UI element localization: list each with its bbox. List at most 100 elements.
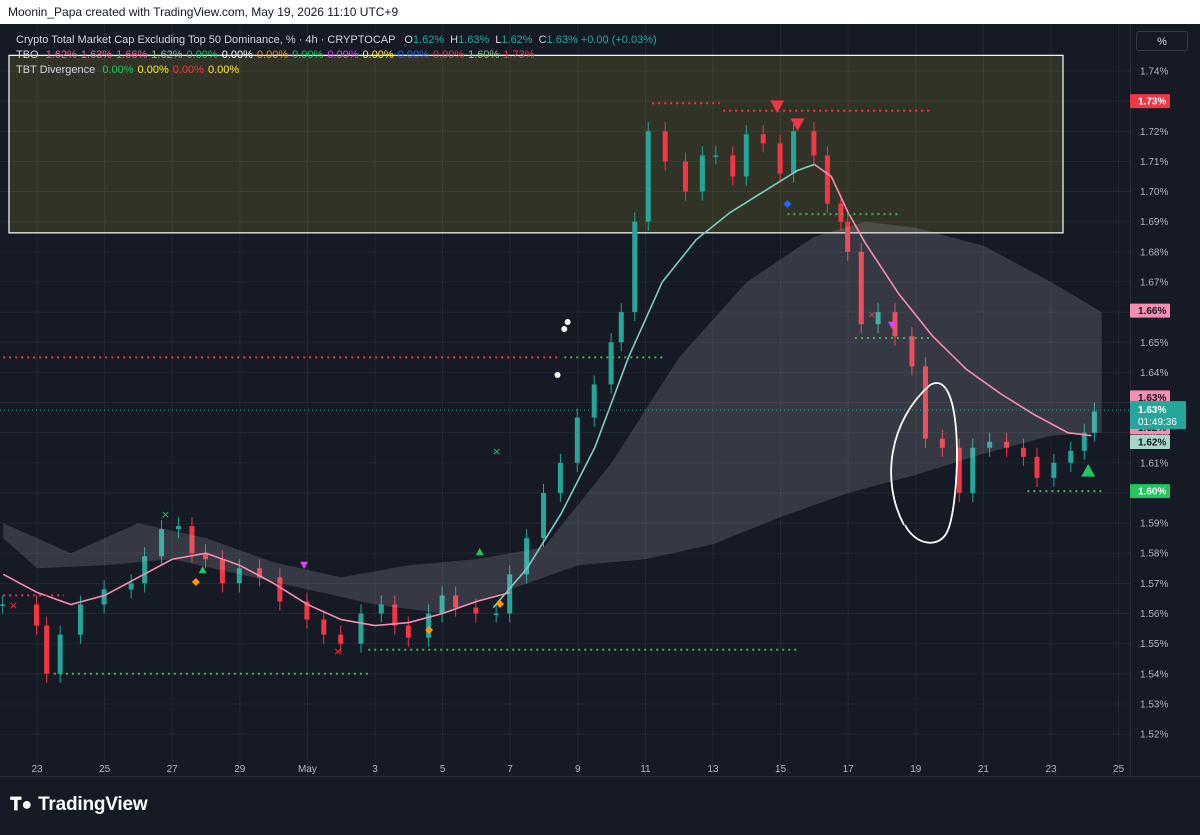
legend-divergence-row: TBT Divergence 0.00% 0.00% 0.00% 0.00% [16, 63, 657, 78]
candle-body [824, 155, 830, 204]
tbo-value: 1.62% [151, 49, 183, 61]
buy-signal-triangle [475, 548, 484, 556]
legend-symbol-row: Crypto Total Market Cap Excluding Top 50… [16, 33, 657, 48]
price-tick-label: 1.54% [1140, 669, 1168, 680]
candle-body [44, 625, 50, 674]
price-tick-label: 1.72% [1140, 127, 1168, 138]
divergence-value: 0.00% [207, 64, 240, 76]
time-tick-label: 15 [775, 764, 787, 775]
time-tick-label: 17 [843, 764, 855, 775]
candle-body [713, 155, 719, 157]
divergence-value: 0.00% [102, 64, 134, 76]
divergence-value: 0.00% [172, 64, 204, 76]
time-tick-label: 23 [31, 764, 43, 775]
price-tick-label: 1.53% [1140, 699, 1168, 710]
symbol-title[interactable]: Crypto Total Market Cap Excluding Top 50… [16, 34, 395, 46]
time-tick-label: 9 [575, 764, 581, 775]
candle-body [699, 155, 705, 192]
candle-body [838, 203, 844, 222]
candle-body [338, 634, 344, 644]
price-tick-label: 1.74% [1140, 67, 1168, 78]
candle-body [682, 161, 688, 192]
candle-body [645, 131, 651, 222]
cross-marker: × [161, 508, 170, 521]
price-tick-label: 1.59% [1140, 519, 1168, 530]
time-tick-label: 11 [640, 764, 651, 775]
change-value: +0.00 (+0.03%) [580, 34, 657, 46]
cross-marker: × [333, 645, 342, 658]
tradingview-logo-icon: 𝐓● [10, 794, 33, 814]
legend: Crypto Total Market Cap Excluding Top 50… [16, 33, 657, 78]
cross-marker: × [492, 445, 501, 458]
buy-signal-triangle [1081, 464, 1096, 477]
tradingview-logo[interactable]: 𝐓● TradingView [10, 794, 148, 816]
candle-body [392, 604, 398, 626]
tbo-value: 0.00% [432, 49, 465, 61]
candle-body [77, 604, 83, 635]
exit-dot [564, 319, 571, 325]
price-tick-label: 1.58% [1140, 549, 1168, 560]
candle-body [128, 583, 134, 590]
chart-canvas[interactable]: × × × × × 1.74% 1.73% 1.72% 1.71% 1.70% 1.69% 1.68%… [0, 0, 1200, 835]
price-tick-label: 1.71% [1140, 157, 1168, 168]
candle-body [1068, 450, 1074, 463]
candle-body [541, 492, 546, 539]
tbo-value: 0.00% [327, 49, 359, 61]
tbo-cloud [3, 221, 1102, 614]
divergence-values: 0.00% 0.00% 0.00% 0.00% [98, 64, 239, 76]
tbo-values: 1.62% 1.63% 1.66% 1.62% 0.00% 0.00% 0.00% 0.00%… [42, 49, 535, 61]
resistance-zone-box [8, 54, 1064, 234]
candle-body [811, 131, 817, 156]
candle-body [791, 131, 797, 174]
candle-body [358, 613, 364, 644]
divergence-marker [300, 561, 309, 569]
tbo-value: 0.00% [397, 49, 429, 61]
tbo-value: 1.63% [80, 49, 113, 61]
tbo-indicator-name[interactable]: TBO [16, 49, 39, 61]
candle-body [743, 134, 749, 177]
candle-body [175, 526, 181, 530]
time-tick-label: 19 [910, 764, 922, 775]
time-tick-label: 7 [507, 764, 513, 775]
candle-body [557, 462, 563, 493]
tbo-value: 1.66% [116, 49, 148, 61]
time-tick-label: 5 [440, 764, 446, 775]
ohlc-key: O [404, 34, 413, 46]
time-tick-label: 29 [234, 764, 246, 775]
candle-body [618, 312, 624, 343]
price-tick-label: 1.57% [1140, 579, 1168, 590]
divergence-value: 0.00% [137, 64, 169, 76]
candle-body [405, 625, 411, 638]
price-tick-label: 1.68% [1140, 247, 1168, 258]
divergence-indicator-name[interactable]: TBT Divergence [16, 64, 95, 76]
exit-dot [554, 372, 561, 378]
candle-body [473, 607, 479, 614]
cross-marker: × [9, 599, 18, 612]
tbo-value: 0.00% [256, 49, 289, 61]
price-tick-label: 1.52% [1140, 730, 1168, 741]
candle-body [574, 417, 580, 463]
candle-body [777, 143, 783, 174]
price-tick-label: 1.65% [1140, 338, 1168, 349]
tbo-value: 0.00% [292, 49, 324, 61]
candle-body [0, 604, 6, 606]
price-badge-label: 1.73% [1138, 97, 1166, 108]
candle-body [34, 604, 39, 626]
diamond-marker [191, 578, 200, 586]
exit-dot [561, 326, 568, 332]
candle-body [608, 342, 614, 385]
cross-marker: × [867, 308, 876, 321]
candle-body [591, 384, 597, 418]
diamond-marker [496, 600, 505, 608]
candle-body [493, 613, 499, 616]
ohlc-value: 1.63% [458, 34, 490, 46]
countdown-label: 01:49:36 [1138, 417, 1177, 428]
last-price-label: 1.63% [1138, 405, 1166, 416]
price-tick-label: 1.56% [1140, 609, 1168, 620]
candle-body [1034, 456, 1040, 478]
percent-scale-button[interactable]: % [1136, 31, 1188, 51]
candle-body [730, 155, 736, 177]
price-tick-label: 1.55% [1140, 639, 1168, 650]
candle-body [101, 589, 107, 605]
tbo-value: 0.00% [186, 49, 218, 61]
